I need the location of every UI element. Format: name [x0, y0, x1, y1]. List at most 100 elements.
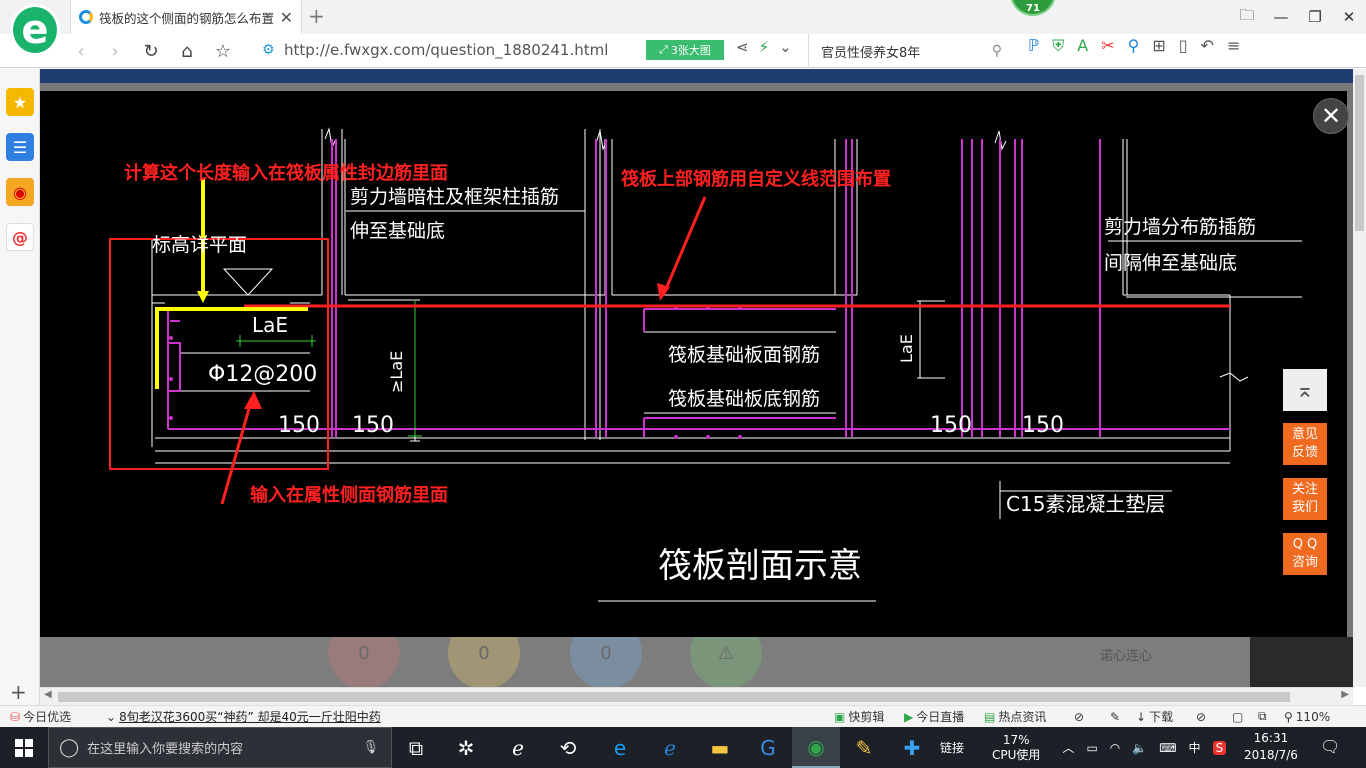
news-ticker[interactable]: ⌄ 8旬老汉花3600买“神药” 却是40元一斤壮阳中药 [106, 708, 834, 725]
scroll-left-icon[interactable]: ◀ [44, 689, 52, 700]
label-dist-rebar-2: 间隔伸至基础底 [1104, 252, 1237, 274]
big-image-button[interactable]: ⤢ 3张大图 [646, 40, 724, 60]
g-app-icon[interactable]: G [744, 727, 792, 768]
back-to-top-button[interactable]: ⌅ [1283, 369, 1327, 411]
search-circle-icon: ◯ [59, 737, 80, 758]
restore-button[interactable]: ❐ [1298, 0, 1332, 34]
refresh-icon[interactable]: ↻ [136, 34, 166, 68]
annotation-top-rebar: 筏板上部钢筋用自定义线范围布置 [621, 168, 891, 190]
file-explorer-icon[interactable]: ▬ [696, 727, 744, 768]
battery-icon[interactable]: ▭ [1086, 741, 1097, 755]
chevron-down-icon[interactable]: ⌄ [779, 38, 792, 56]
live-today[interactable]: ▶ 今日直播 [904, 708, 984, 725]
security-icon[interactable]: ⚙ [262, 42, 275, 58]
search-icon[interactable]: ⚲ [992, 43, 1002, 59]
forward-icon[interactable]: › [100, 34, 130, 68]
weibo-icon[interactable]: ◉ [6, 178, 34, 206]
back-icon[interactable]: ‹ [66, 34, 96, 68]
follow-us-button[interactable]: 关注 我们 [1283, 478, 1327, 520]
mobile-icon[interactable]: ▯ [1179, 36, 1188, 56]
feedback-button[interactable]: 意见 反馈 [1283, 423, 1327, 465]
keyboard-icon[interactable]: ⌨ [1159, 741, 1176, 755]
ime-indicator[interactable]: 中 [1189, 739, 1201, 756]
taskbar-search[interactable]: ◯ 在这里输入你要搜索的内容 🎙 [48, 727, 392, 768]
today-picks[interactable]: ⛁ 今日优选 [10, 708, 106, 725]
vertical-scrollbar[interactable] [1353, 69, 1366, 687]
horizontal-scrollbar[interactable]: ◀ ▶ [40, 687, 1353, 705]
menu-icon[interactable]: ≡ [1227, 36, 1240, 56]
volume-icon[interactable]: 🔈 [1132, 741, 1147, 755]
window-icon[interactable]: ▢ [1232, 710, 1258, 724]
qq-consult-button[interactable]: Q Q 咨询 [1283, 533, 1327, 575]
hot-news[interactable]: ▤ 热点资讯 [984, 708, 1074, 725]
mail-icon[interactable]: @ [6, 223, 34, 251]
spiral-app-icon[interactable]: ⟲ [544, 727, 592, 768]
favorites-icon[interactable]: ★ [6, 88, 34, 116]
lightning-icon[interactable]: ⚡ [759, 38, 770, 56]
browser-logo-icon[interactable]: e [10, 4, 60, 56]
microphone-icon[interactable]: 🎙 [362, 740, 379, 755]
scroll-thumb[interactable] [58, 692, 1290, 702]
tray-expand-icon[interactable]: ︿ [1062, 739, 1074, 756]
arrowhead-side [244, 391, 262, 409]
search-box[interactable]: 官员性侵养女8年 ⚲ [808, 34, 1012, 68]
undo-icon[interactable]: ↶ [1201, 36, 1214, 56]
label-wall-rebar-2: 伸至基础底 [350, 220, 445, 242]
label-150-c: 150 [930, 413, 972, 438]
close-viewer-button[interactable]: ✕ [1313, 98, 1349, 134]
notification-center-icon[interactable]: 🗨 [1320, 737, 1340, 756]
tab-close-icon[interactable]: ✕ [280, 8, 293, 27]
label-wall-rebar-1: 剪力墙暗柱及框架柱插筋 [350, 186, 559, 208]
wifi-icon[interactable]: ◠ [1110, 741, 1120, 755]
links-label[interactable]: 链接 [940, 739, 964, 756]
window-controls: 🗀 — ❐ ✕ [1230, 0, 1366, 34]
bookmark-star-icon[interactable]: ☆ [208, 34, 238, 68]
share-icon[interactable]: ⋖ [736, 38, 749, 56]
edge-icon[interactable]: e [596, 727, 644, 768]
scissors-icon[interactable]: ✂ [1101, 36, 1114, 56]
skin-icon[interactable]: 🗀 [1230, 0, 1264, 34]
quick-edit[interactable]: ▣ 快剪辑 [834, 708, 904, 725]
speed-icon[interactable]: ⊘ [1074, 710, 1110, 724]
notes-app-icon[interactable]: ✎ [840, 727, 888, 768]
count-circle: 0 [328, 637, 400, 687]
apps-icon[interactable]: ⊞ [1152, 36, 1165, 56]
sidebar-add-button[interactable]: + [10, 680, 27, 704]
annotation-side-rebar: 输入在属性侧面钢筋里面 [250, 484, 448, 506]
play-icon: ▶ [904, 709, 914, 724]
count-circle: 0 [448, 637, 520, 687]
toolbar-right: ℙ ⛨ A ✂ ⚲ ⊞ ▯ ↶ ≡ [1028, 36, 1240, 56]
download-button[interactable]: ↓ 下载 [1136, 708, 1196, 725]
extension-icon[interactable]: ℙ [1028, 36, 1039, 56]
label-dist-rebar-1: 剪力墙分布筋插筋 [1104, 216, 1256, 238]
scroll-thumb[interactable] [1355, 75, 1364, 231]
sogou-icon[interactable]: S [1212, 740, 1227, 755]
label-150-d: 150 [1022, 413, 1064, 438]
windows-start-icon[interactable] [0, 727, 48, 768]
shield-icon[interactable]: ⛨ [1052, 36, 1064, 56]
translate-icon[interactable]: A [1077, 36, 1088, 56]
ie-icon[interactable]: ℯ [646, 727, 694, 768]
close-window-button[interactable]: ✕ [1332, 0, 1366, 34]
zoom-level[interactable]: ⚲ 110% [1284, 710, 1330, 724]
browser-taskbar-icon[interactable]: ◉ [792, 727, 840, 768]
reading-list-icon[interactable]: ☰ [6, 133, 34, 161]
magnifier-icon[interactable]: ⚲ [1128, 36, 1140, 56]
home-icon[interactable]: ⌂ [172, 34, 202, 68]
compat-icon[interactable]: ⧉ [1258, 709, 1284, 724]
tools-icon[interactable]: ✎ [1110, 710, 1136, 724]
edge-legacy-icon[interactable]: ℯ [494, 727, 542, 768]
tab-active[interactable]: 筏板的这个侧面的钢筋怎么布置呢 ✕ [70, 0, 302, 34]
clean-icon[interactable]: ⊘ [1196, 710, 1232, 724]
clock[interactable]: 16:31 2018/7/6 [1244, 730, 1298, 764]
minimize-button[interactable]: — [1264, 0, 1298, 34]
scroll-right-icon[interactable]: ▶ [1341, 689, 1349, 700]
address-bar[interactable]: http://e.fwxgx.com/question_1880241.html [284, 41, 608, 59]
plus-app-icon[interactable]: ✚ [888, 727, 936, 768]
page-header-strip [40, 69, 1353, 83]
task-view-icon[interactable]: ⧉ [392, 727, 440, 768]
label-150-a: 150 [278, 413, 320, 438]
new-tab-button[interactable]: + [308, 4, 325, 28]
pinwheel-app-icon[interactable]: ✲ [442, 727, 490, 768]
search-query: 官员性侵养女8年 [821, 45, 921, 61]
